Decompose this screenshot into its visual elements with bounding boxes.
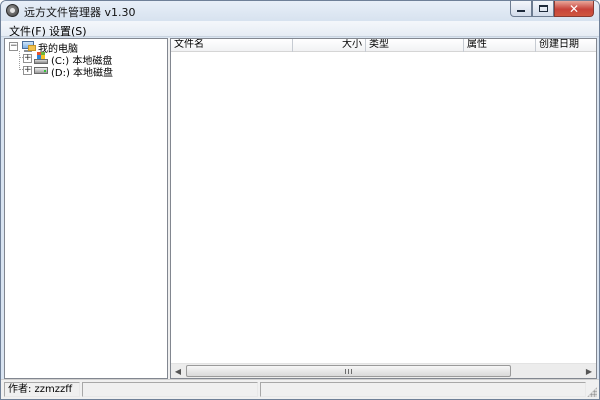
status-bar: 作者: zzmzzff bbox=[1, 379, 599, 399]
scroll-thumb[interactable] bbox=[186, 365, 511, 377]
resize-grip-icon[interactable] bbox=[587, 387, 597, 397]
menu-settings[interactable]: 设置(S) bbox=[49, 23, 87, 39]
menu-bar: 文件(F) 设置(S) bbox=[1, 21, 599, 39]
computer-icon bbox=[21, 41, 36, 52]
scroll-left-icon[interactable]: ◀ bbox=[171, 365, 185, 378]
status-cell-2 bbox=[82, 382, 258, 397]
expand-icon[interactable]: + bbox=[23, 54, 32, 63]
close-button[interactable]: ✕ bbox=[554, 1, 594, 17]
column-header-created[interactable]: 创建日期 bbox=[536, 39, 598, 52]
column-header-attributes[interactable]: 属性 bbox=[464, 39, 536, 52]
scroll-right-icon[interactable]: ▶ bbox=[582, 365, 596, 378]
window-controls: ✕ bbox=[510, 1, 594, 18]
app-window: 远方文件管理器 v1.30 ✕ 文件(F) 设置(S) − 我的电脑 + (C:… bbox=[0, 0, 600, 400]
column-header-size[interactable]: 大小 bbox=[293, 39, 366, 52]
window-title: 远方文件管理器 v1.30 bbox=[24, 6, 136, 19]
app-icon[interactable] bbox=[6, 4, 19, 17]
file-list[interactable]: 文件名 大小 类型 属性 创建日期 ◀ ▶ bbox=[170, 38, 597, 379]
list-header: 文件名 大小 类型 属性 创建日期 bbox=[171, 39, 596, 52]
close-icon: ✕ bbox=[568, 1, 580, 16]
column-header-name[interactable]: 文件名 bbox=[171, 39, 293, 52]
grip-icon bbox=[345, 369, 353, 374]
horizontal-scrollbar[interactable]: ◀ ▶ bbox=[171, 363, 596, 378]
expand-icon[interactable]: + bbox=[23, 66, 32, 75]
status-author: 作者: zzmzzff bbox=[4, 382, 80, 397]
column-header-type[interactable]: 类型 bbox=[366, 39, 464, 52]
main-content: − 我的电脑 + (C:) 本地磁盘 + (D:) 本地磁盘 文件名 大小 类型… bbox=[4, 38, 597, 379]
tree-item-label: (D:) 本地磁盘 bbox=[51, 68, 114, 79]
drive-c-icon bbox=[34, 52, 48, 64]
title-bar[interactable]: 远方文件管理器 v1.30 ✕ bbox=[1, 1, 599, 21]
tree-item-drive-d[interactable]: + (D:) 本地磁盘 bbox=[5, 64, 165, 79]
drive-d-icon bbox=[34, 67, 48, 74]
collapse-icon[interactable]: − bbox=[9, 42, 18, 51]
menu-file[interactable]: 文件(F) bbox=[9, 23, 46, 39]
maximize-button[interactable] bbox=[532, 1, 554, 17]
maximize-icon bbox=[538, 5, 548, 12]
minimize-icon bbox=[517, 10, 525, 12]
status-cell-3 bbox=[260, 382, 586, 397]
minimize-button[interactable] bbox=[510, 1, 532, 17]
folder-tree[interactable]: − 我的电脑 + (C:) 本地磁盘 + (D:) 本地磁盘 bbox=[4, 38, 168, 379]
